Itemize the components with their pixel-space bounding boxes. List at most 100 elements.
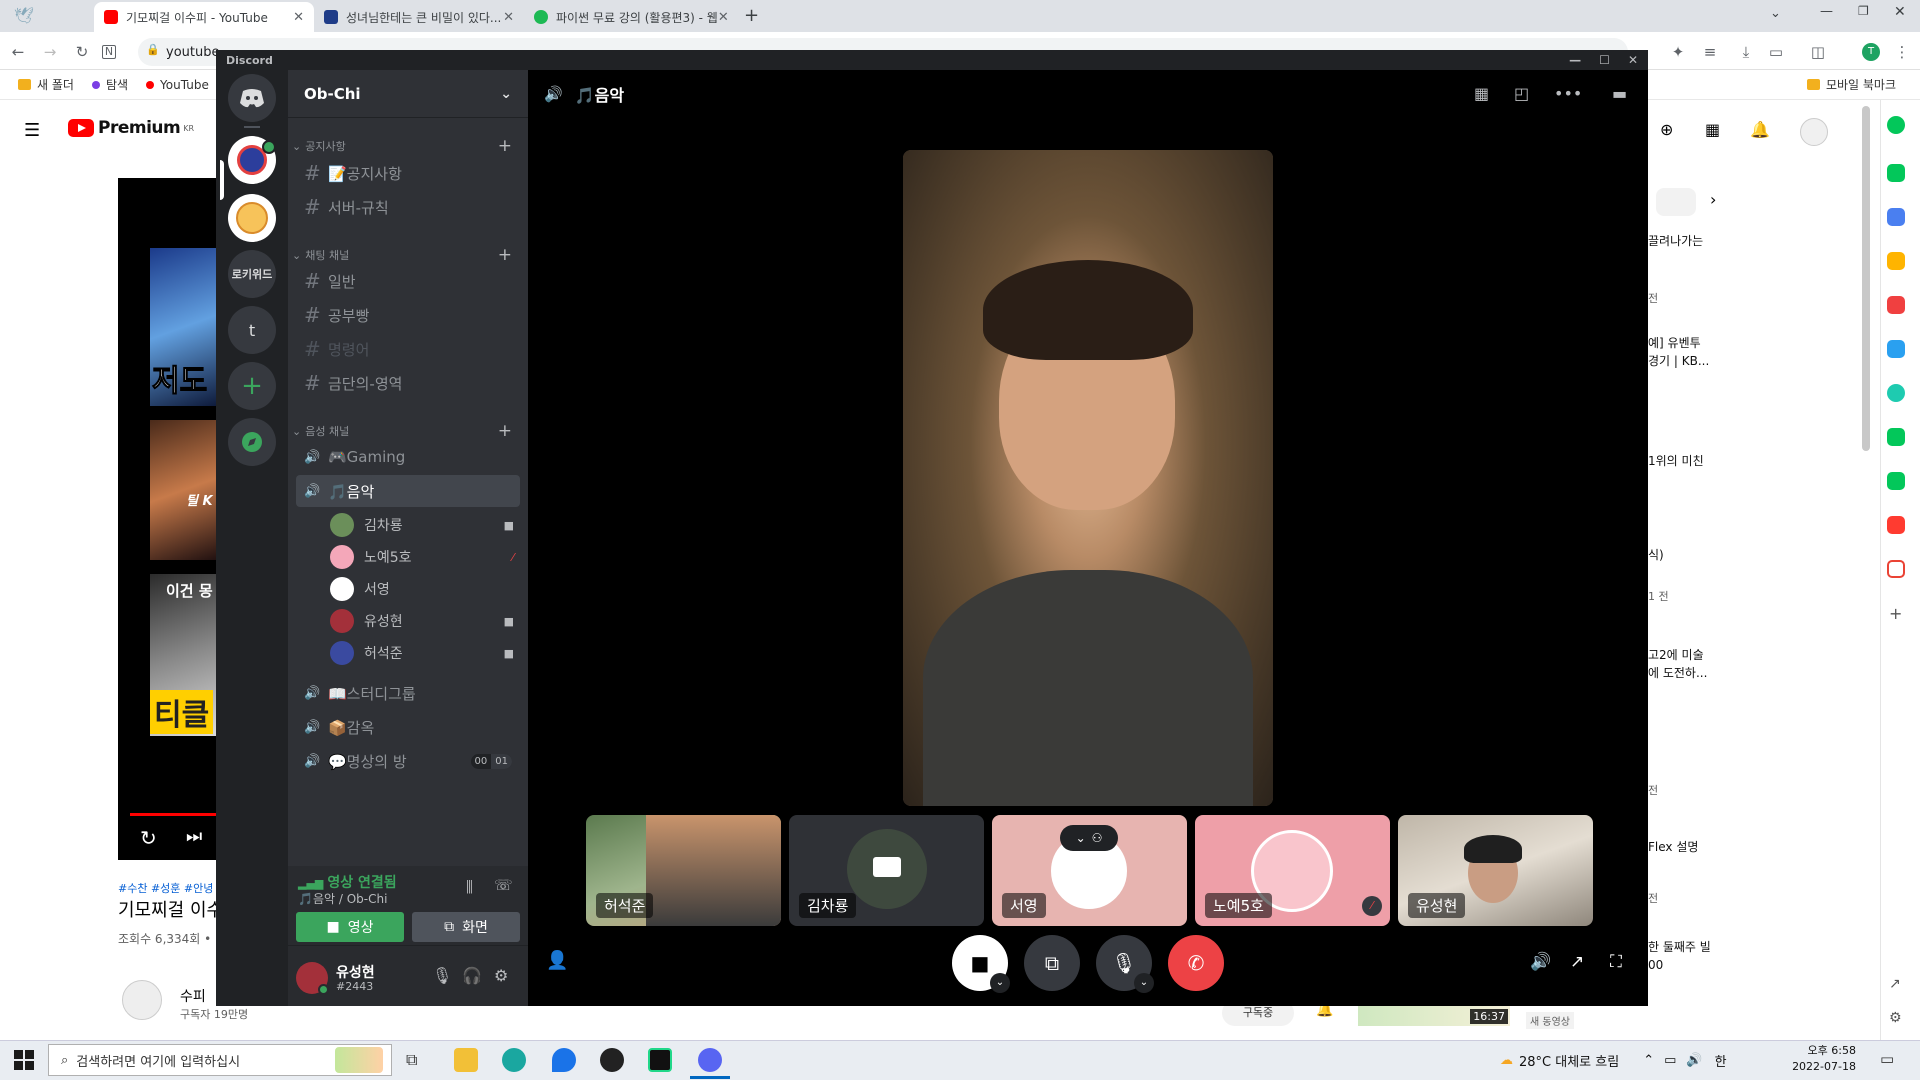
- video-tile[interactable]: 허석준: [586, 815, 781, 926]
- back-icon[interactable]: ←: [8, 42, 28, 62]
- thumbnail-3[interactable]: 이건 몽 티클: [150, 574, 218, 736]
- reading-list-icon[interactable]: ≡: [1700, 42, 1720, 62]
- mic-toggle-button[interactable]: 🎙 ⌄: [1096, 935, 1154, 993]
- add-sidebar-icon[interactable]: +: [1889, 604, 1902, 623]
- tab-search-chevron-icon[interactable]: ⌄: [1770, 6, 1781, 21]
- video-progress-bar[interactable]: [130, 813, 218, 816]
- thumbnail-1[interactable]: 저도: [150, 248, 218, 406]
- file-explorer-icon[interactable]: [454, 1048, 478, 1072]
- notifications-bell-icon[interactable]: 🔔: [1750, 120, 1770, 139]
- disconnect-icon[interactable]: ☏: [494, 876, 513, 894]
- menu-kebab-icon[interactable]: ⋮: [1892, 42, 1912, 62]
- ime-indicator[interactable]: 한: [1715, 1051, 1727, 1070]
- yt-user-avatar[interactable]: [1800, 118, 1828, 146]
- calendar-sidebar-icon[interactable]: [1887, 208, 1905, 226]
- server-header[interactable]: Ob-Chi ⌄: [288, 70, 528, 118]
- voice-user[interactable]: 유성현 ■: [330, 607, 520, 635]
- channel-notice[interactable]: # 📝공지사항: [296, 157, 520, 189]
- create-icon[interactable]: ⊕: [1660, 120, 1673, 139]
- youtube-logo[interactable]: Premium KR: [68, 118, 194, 138]
- explore-servers-icon[interactable]: [228, 418, 276, 466]
- windows-start-icon[interactable]: [14, 1050, 34, 1070]
- hamburger-menu-icon[interactable]: ☰: [24, 120, 40, 141]
- minimize-icon[interactable]: —: [1569, 53, 1581, 67]
- apps-grid-icon[interactable]: ▦: [1705, 120, 1720, 139]
- chevron-right-icon[interactable]: ›: [1710, 190, 1716, 209]
- close-window-icon[interactable]: ✕: [1894, 4, 1906, 20]
- close-tab-icon[interactable]: ✕: [718, 10, 729, 25]
- forward-icon[interactable]: →: [40, 42, 60, 62]
- settings-sidebar-icon[interactable]: ⚙: [1889, 1010, 1902, 1026]
- video-tile[interactable]: ⌄ ⚇ 서영: [992, 815, 1187, 926]
- bookmark-explore[interactable]: 탐색: [91, 76, 128, 93]
- naver-icon[interactable]: N: [102, 45, 116, 59]
- category-voice[interactable]: ⌄ 음성 채널 +: [292, 421, 512, 441]
- mic-icon[interactable]: 🎙: [432, 966, 452, 985]
- scrollbar[interactable]: [1862, 106, 1870, 451]
- voice-channel-jail[interactable]: 🔊 📦감옥: [296, 711, 520, 743]
- grid-layout-icon[interactable]: ▦: [1474, 84, 1489, 103]
- cast-icon[interactable]: ▭: [1766, 42, 1786, 62]
- screen-share-button[interactable]: ⧉ 화면: [412, 912, 520, 942]
- tab-novel[interactable]: 성녀님한테는 큰 비밀이 있다... ✕: [314, 2, 524, 32]
- video-tile[interactable]: 김차룡: [789, 815, 984, 926]
- pop-out-icon[interactable]: ↗: [1570, 952, 1584, 972]
- play-sidebar-icon[interactable]: [1887, 384, 1905, 402]
- bookmark-folder[interactable]: 새 폴더: [18, 76, 74, 93]
- mic-options-chevron-icon[interactable]: ⌄: [1134, 973, 1154, 993]
- network-icon[interactable]: ▭: [1664, 1053, 1676, 1068]
- focused-video-feed[interactable]: [903, 150, 1273, 806]
- video-hashtags[interactable]: #수찬 #성훈 #안녕: [118, 880, 213, 896]
- maps-icon[interactable]: [552, 1048, 576, 1072]
- voice-channel-gaming[interactable]: 🔊 🎮Gaming: [296, 441, 520, 473]
- channel-forbidden[interactable]: # 금단의-영역: [296, 367, 520, 399]
- channel-avatar[interactable]: [122, 980, 162, 1020]
- tray-chevron-icon[interactable]: ⌃: [1643, 1053, 1654, 1068]
- voice-user[interactable]: 노예5호 ⁄: [330, 543, 520, 571]
- video-tile[interactable]: 유성현: [1398, 815, 1593, 926]
- weather-text[interactable]: 28°C 대체로 흐림: [1519, 1051, 1619, 1070]
- chat-icon[interactable]: ▬: [1612, 84, 1627, 103]
- new-tab-button[interactable]: +: [744, 5, 759, 26]
- replay-icon[interactable]: ↻: [140, 826, 157, 850]
- gmail-sidebar-icon[interactable]: [1887, 560, 1905, 578]
- notification-center-icon[interactable]: ▭: [1880, 1050, 1894, 1068]
- add-channel-icon[interactable]: +: [498, 421, 512, 441]
- channel-commands[interactable]: # 명령어: [296, 333, 520, 365]
- tab-youtube[interactable]: 기모찌걸 이수피 - YouTube ✕: [94, 2, 314, 32]
- voice-channel-meditation[interactable]: 🔊 💬명상의 방 00 01: [296, 745, 520, 777]
- popout-icon[interactable]: ◰: [1514, 84, 1529, 103]
- add-channel-icon[interactable]: +: [498, 245, 512, 265]
- server-icon-t[interactable]: t: [228, 306, 276, 354]
- edge-icon[interactable]: [502, 1048, 526, 1072]
- translate-sidebar-icon[interactable]: [1887, 340, 1905, 358]
- channel-rules[interactable]: # 서버-규칙: [296, 191, 520, 223]
- volume-icon[interactable]: 🔊: [1530, 952, 1551, 972]
- volume-tray-icon[interactable]: 🔊: [1686, 1053, 1702, 1068]
- talk-sidebar-icon[interactable]: [1887, 164, 1905, 182]
- restore-icon[interactable]: ❐: [1858, 4, 1869, 18]
- bookmark-youtube[interactable]: YouTube: [146, 78, 209, 92]
- close-icon[interactable]: ✕: [1628, 53, 1638, 67]
- profile-avatar[interactable]: T: [1862, 43, 1880, 61]
- fullscreen-icon[interactable]: ⛶: [1610, 952, 1622, 972]
- clock[interactable]: 오후 6:58 2022-07-18: [1790, 1043, 1856, 1075]
- close-tab-icon[interactable]: ✕: [293, 10, 304, 25]
- headphones-icon[interactable]: 🎧: [462, 966, 482, 985]
- minimize-icon[interactable]: —: [1820, 4, 1833, 19]
- noise-suppression-icon[interactable]: ⫼: [466, 878, 473, 896]
- external-link-icon[interactable]: ↗: [1889, 976, 1901, 992]
- task-view-icon[interactable]: ⧉: [406, 1050, 417, 1070]
- naver-sidebar-icon[interactable]: [1887, 116, 1905, 134]
- tile-controls[interactable]: ⌄ ⚇: [1060, 825, 1118, 851]
- channel-general[interactable]: # 일반: [296, 265, 520, 297]
- discord-home-icon[interactable]: [228, 74, 276, 122]
- tab-python[interactable]: 파이썬 무료 강의 (활용편3) - 웹 ✕: [524, 2, 736, 32]
- obs-icon[interactable]: [600, 1048, 624, 1072]
- camera-options-chevron-icon[interactable]: ⌄: [990, 973, 1010, 993]
- voice-status[interactable]: ▂▄▆ 영상 연결됨: [298, 872, 397, 892]
- voice-user[interactable]: 허석준 ■: [330, 639, 520, 667]
- more-options-icon[interactable]: •••: [1554, 84, 1582, 103]
- camera-toggle-button[interactable]: ■ ⌄: [952, 935, 1010, 993]
- extensions-icon[interactable]: ✦: [1668, 42, 1688, 62]
